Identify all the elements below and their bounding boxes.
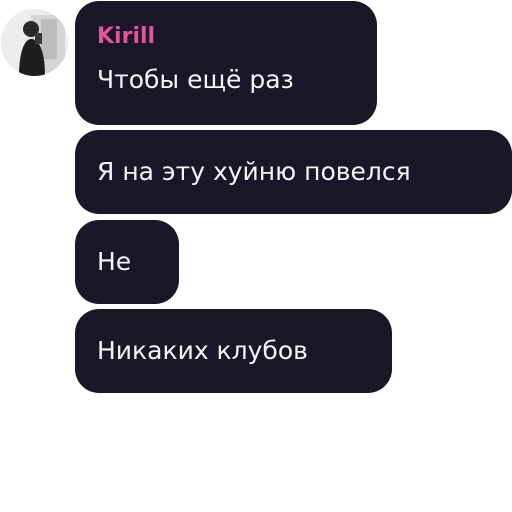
message-text: Чтобы ещё раз xyxy=(97,65,294,94)
message-bubble[interactable]: Не xyxy=(75,220,179,304)
message-text: Я на эту хуйню повелся xyxy=(97,157,411,186)
message-text: Никаких клубов xyxy=(97,336,308,365)
sender-name[interactable]: Kirill xyxy=(97,23,155,51)
user-photo-icon xyxy=(1,9,68,76)
message-bubble[interactable]: Никаких клубов xyxy=(75,309,392,393)
message-text: Не xyxy=(97,247,132,276)
chat-thread: Kirill Чтобы ещё раз Я на эту хуйню пове… xyxy=(0,0,512,512)
avatar[interactable] xyxy=(1,9,68,76)
message-bubble[interactable]: Я на эту хуйню повелся xyxy=(75,130,512,214)
message-bubble[interactable]: Kirill Чтобы ещё раз xyxy=(75,1,377,125)
